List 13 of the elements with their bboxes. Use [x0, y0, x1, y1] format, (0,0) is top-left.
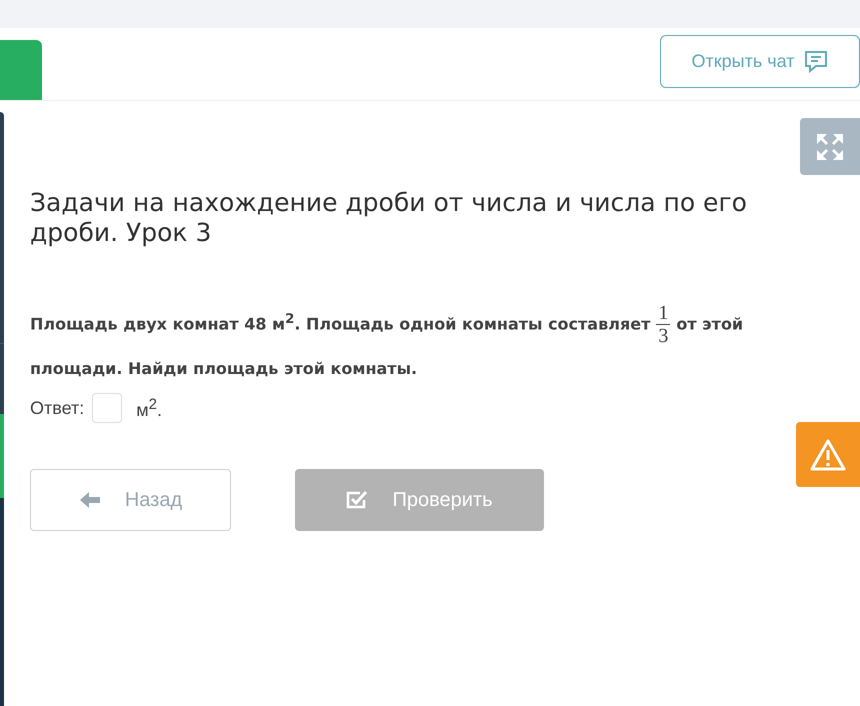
open-chat-button[interactable]: Открыть чат	[660, 35, 860, 88]
fullscreen-button[interactable]	[800, 118, 860, 175]
lesson-title: Задачи на нахождение дроби от числа и числа по его дроби. Урок 3	[30, 188, 748, 248]
answer-label: Ответ:	[30, 398, 84, 419]
arrow-left-icon	[78, 491, 101, 510]
checkbox-icon	[346, 490, 368, 510]
answer-field[interactable]	[92, 393, 122, 424]
chat-icon	[804, 50, 828, 74]
back-button[interactable]: Назад	[30, 469, 231, 532]
warning-icon	[810, 438, 846, 470]
expand-icon	[815, 132, 845, 162]
unit-label: м$^{2}$.	[136, 396, 162, 421]
report-button[interactable]	[796, 422, 860, 487]
